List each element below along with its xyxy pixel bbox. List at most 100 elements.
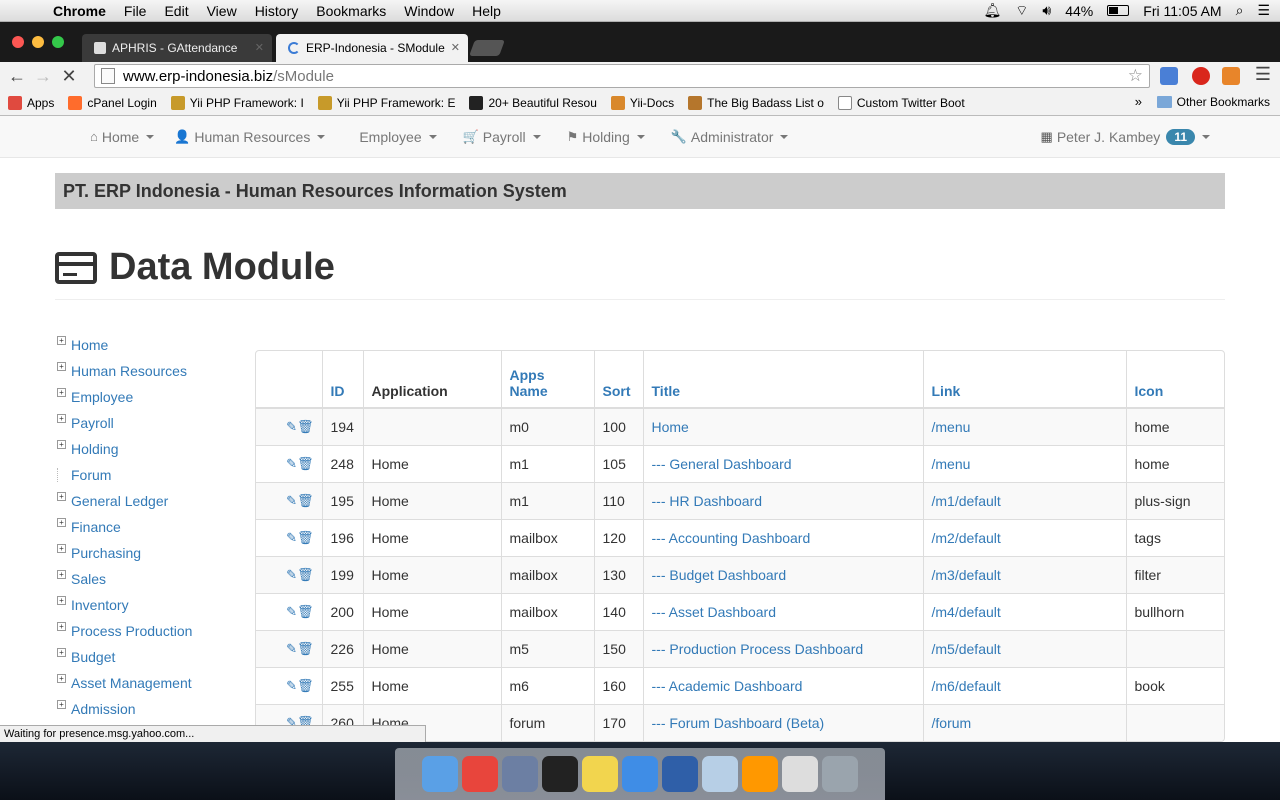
link-column-header[interactable]: Link <box>922 351 1126 409</box>
minimize-window-button[interactable] <box>32 36 44 48</box>
bookmarks-overflow-chevron[interactable]: » <box>1135 94 1142 109</box>
edit-pencil-icon[interactable]: ✎ <box>286 678 297 694</box>
cell-title[interactable]: --- Production Process Dashboard <box>642 629 923 667</box>
edit-pencil-icon[interactable]: ✎ <box>286 604 297 620</box>
tree-item[interactable]: + Admission <box>57 696 237 722</box>
expand-plus-icon[interactable]: + <box>57 647 66 657</box>
box-icon[interactable] <box>702 756 738 792</box>
tree-item[interactable]: + Inventory <box>57 592 237 618</box>
sublime-icon[interactable] <box>742 756 778 792</box>
edit-pencil-icon[interactable]: ✎ <box>286 530 297 546</box>
menu-window[interactable]: Window <box>395 3 463 19</box>
bookmark-20-beautiful[interactable]: 20+ Beautiful Resou <box>469 95 597 110</box>
cell-link[interactable]: /m1/default <box>922 481 1126 519</box>
spotlight-search-icon[interactable]: ⌕ <box>1236 2 1244 19</box>
expand-plus-icon[interactable]: + <box>57 439 66 449</box>
tree-item[interactable]: + Sales <box>57 566 237 592</box>
cell-title[interactable]: --- General Dashboard <box>642 444 923 482</box>
chrome-menu-icon[interactable]: ☰ <box>1250 64 1276 85</box>
expand-plus-icon[interactable]: + <box>57 673 66 683</box>
menu-view[interactable]: View <box>198 3 246 19</box>
tree-item[interactable]: + Process Production <box>57 618 237 644</box>
nav-employee-dropdown[interactable]: Employee <box>349 129 446 145</box>
menu-edit[interactable]: Edit <box>155 3 197 19</box>
cell-title[interactable]: --- Accounting Dashboard <box>642 518 923 556</box>
id-column-header[interactable]: ID <box>321 351 363 409</box>
tree-item[interactable]: + General Ledger <box>57 488 237 514</box>
expand-plus-icon[interactable]: + <box>57 361 66 371</box>
expand-plus-icon[interactable]: + <box>57 335 66 345</box>
icon-column-header[interactable]: Icon <box>1125 351 1224 409</box>
cell-link[interactable]: /menu <box>922 407 1126 445</box>
browser-tab[interactable]: APHRIS - GAttendance ✕ <box>82 34 272 62</box>
title-column-header[interactable]: Title <box>642 351 923 409</box>
expand-plus-icon[interactable]: + <box>57 517 66 527</box>
delete-trash-icon[interactable]: 🗑︎ <box>297 567 314 583</box>
sql-file-icon[interactable] <box>782 756 818 792</box>
cell-link[interactable]: /forum <box>922 703 1126 741</box>
zoom-window-button[interactable] <box>52 36 64 48</box>
edit-pencil-icon[interactable]: ✎ <box>286 456 297 472</box>
trash-icon[interactable] <box>822 756 858 792</box>
tree-item[interactable]: + Purchasing <box>57 540 237 566</box>
app-menu[interactable]: Chrome <box>44 3 115 19</box>
preview-icon[interactable] <box>502 756 538 792</box>
chrome-icon[interactable] <box>462 756 498 792</box>
clock[interactable]: Fri 11:05 AM <box>1143 3 1221 19</box>
delete-trash-icon[interactable]: 🗑︎ <box>297 530 314 546</box>
battery-percent[interactable]: 44% <box>1065 3 1093 19</box>
cell-link[interactable]: /m2/default <box>922 518 1126 556</box>
cell-title[interactable]: --- Academic Dashboard <box>642 666 923 704</box>
menu-history[interactable]: History <box>246 3 308 19</box>
tree-item[interactable]: + Budget <box>57 644 237 670</box>
expand-plus-icon[interactable]: + <box>57 491 66 501</box>
close-tab-icon[interactable]: ✕ <box>451 41 460 54</box>
delete-trash-icon[interactable]: 🗑︎ <box>297 493 314 509</box>
stickies-icon[interactable] <box>582 756 618 792</box>
tree-item[interactable]: + Asset Management <box>57 670 237 696</box>
bookmark-star-icon[interactable]: ☆ <box>1128 66 1143 86</box>
tree-item[interactable]: + Home <box>57 332 237 358</box>
nav-holding-dropdown[interactable]: ⚑ Holding <box>557 129 655 145</box>
other-bookmarks-folder[interactable]: Other Bookmarks <box>1156 95 1270 109</box>
bookmark-yii-2[interactable]: Yii PHP Framework: E <box>317 95 455 110</box>
bookmark-big-badass-list[interactable]: The Big Badass List o <box>688 95 824 110</box>
cell-title[interactable]: --- Budget Dashboard <box>642 555 923 593</box>
notification-center-icon[interactable]: ☰ <box>1257 2 1270 19</box>
new-tab-button[interactable] <box>469 40 505 56</box>
apps-name-column-header[interactable]: Apps Name <box>500 351 594 409</box>
tree-item[interactable]: Forum <box>57 462 237 488</box>
delete-trash-icon[interactable]: 🗑︎ <box>297 604 314 620</box>
translate-extension-icon[interactable] <box>1160 67 1178 85</box>
back-arrow-icon[interactable]: ← <box>4 66 30 87</box>
menu-bookmarks[interactable]: Bookmarks <box>307 3 395 19</box>
bookmark-cpanel[interactable]: cPanel Login <box>68 95 157 110</box>
edit-pencil-icon[interactable]: ✎ <box>286 493 297 509</box>
bookmark-yii-1[interactable]: Yii PHP Framework: I <box>170 95 304 110</box>
nav-user-dropdown[interactable]: ▦ Peter J. Kambey 11 <box>1031 128 1220 145</box>
cell-title[interactable]: Home <box>642 407 923 445</box>
delete-trash-icon[interactable]: 🗑︎ <box>297 456 314 472</box>
cell-link[interactable]: /m5/default <box>922 629 1126 667</box>
edit-pencil-icon[interactable]: ✎ <box>286 567 297 583</box>
forward-arrow-icon[interactable]: → <box>30 66 56 87</box>
bookmark-apps[interactable]: Apps <box>8 95 54 110</box>
menu-help[interactable]: Help <box>463 3 510 19</box>
tree-item[interactable]: + Finance <box>57 514 237 540</box>
expand-plus-icon[interactable]: + <box>57 699 66 709</box>
browser-tab-active[interactable]: ERP-Indonesia - SModule ✕ <box>276 34 468 62</box>
close-tab-icon[interactable]: ✕ <box>255 41 264 54</box>
delete-trash-icon[interactable]: 🗑︎ <box>297 678 314 694</box>
sort-column-header[interactable]: Sort <box>593 351 643 409</box>
cell-link[interactable]: /m6/default <box>922 666 1126 704</box>
menu-file[interactable]: File <box>115 3 156 19</box>
cell-link[interactable]: /m3/default <box>922 555 1126 593</box>
tree-item[interactable]: + Human Resources <box>57 358 237 384</box>
tree-item[interactable]: + Payroll <box>57 410 237 436</box>
cell-title[interactable]: --- HR Dashboard <box>642 481 923 519</box>
bookmark-yii-docs[interactable]: Yii-Docs <box>610 95 674 110</box>
cell-link[interactable]: /m4/default <box>922 592 1126 630</box>
edit-pencil-icon[interactable]: ✎ <box>286 641 297 657</box>
expand-plus-icon[interactable]: + <box>57 413 66 423</box>
address-bar[interactable]: www.erp-indonesia.biz/sModule ☆ <box>94 64 1150 88</box>
